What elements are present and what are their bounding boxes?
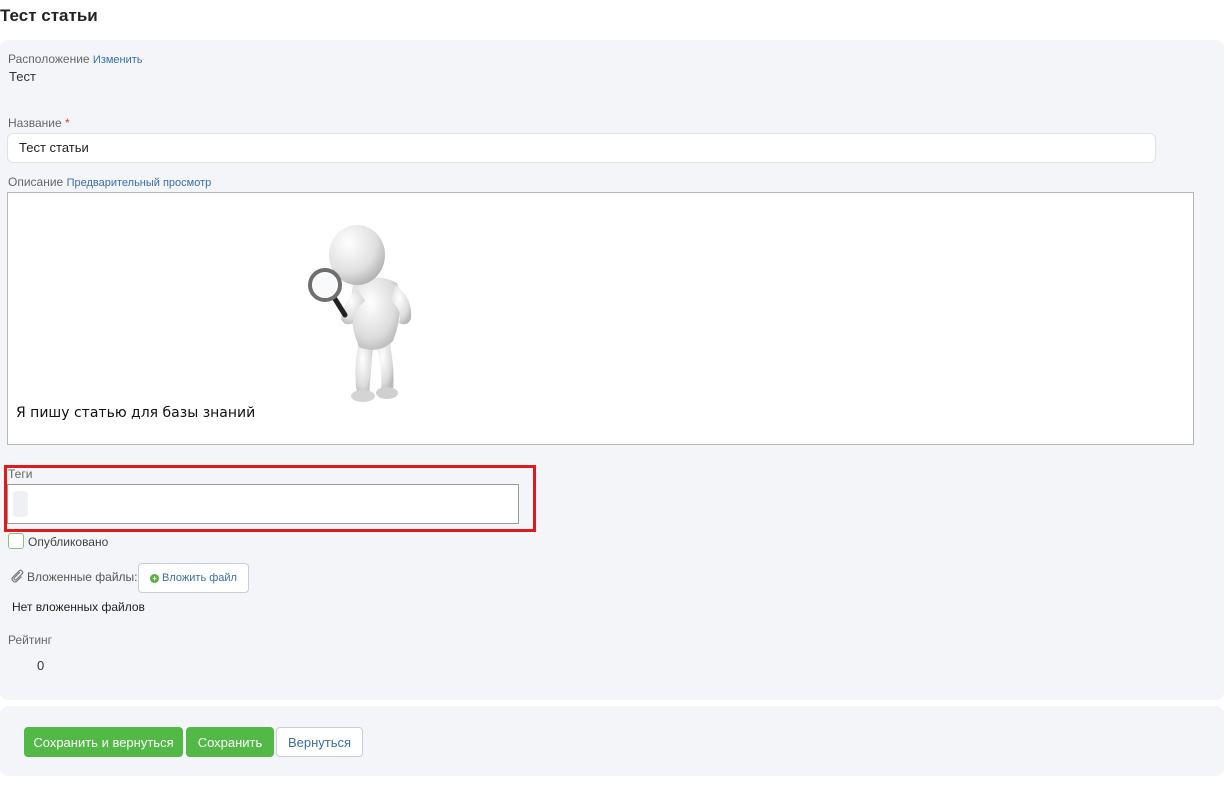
save-button[interactable]: Сохранить: [186, 727, 274, 757]
preview-link[interactable]: Предварительный просмотр: [67, 177, 212, 189]
tags-label: Теги: [8, 467, 33, 481]
article-edit-page: Тест статьи Расположение Изменить Тест Н…: [0, 0, 1232, 785]
back-button[interactable]: Вернуться: [276, 727, 363, 757]
description-label-row: Описание Предварительный просмотр: [8, 175, 211, 189]
save-and-return-button[interactable]: Сохранить и вернуться: [24, 727, 183, 757]
attach-file-button[interactable]: + Вложить файл: [138, 563, 249, 593]
rating-label: Рейтинг: [8, 633, 53, 647]
page-title: Тест статьи: [0, 6, 98, 25]
name-label: Название: [8, 116, 62, 130]
tags-input-token: [13, 491, 28, 517]
rating-value: 0: [37, 658, 45, 673]
attach-file-label: Вложить файл: [162, 572, 237, 584]
attachments-label: Вложенные файлы:: [27, 570, 138, 584]
description-label: Описание: [8, 175, 64, 189]
plus-circle-icon: +: [150, 573, 160, 583]
location-label: Расположение: [8, 52, 90, 66]
name-input[interactable]: Тест статьи: [7, 133, 1156, 163]
actions-bar: Сохранить и вернуться Сохранить Вернутьс…: [0, 706, 1224, 776]
required-mark: *: [64, 116, 70, 130]
tags-input[interactable]: [7, 484, 519, 524]
no-attachments-text: Нет вложенных файлов: [12, 600, 145, 614]
paperclip-icon: [11, 569, 24, 583]
name-label-row: Название *: [8, 116, 70, 130]
article-form: Расположение Изменить Тест Название * Те…: [0, 40, 1224, 700]
published-checkbox[interactable]: [8, 533, 24, 549]
location-value: Тест: [9, 69, 36, 84]
location-label-row: Расположение Изменить: [8, 52, 143, 66]
change-location-link[interactable]: Изменить: [93, 54, 143, 66]
published-label: Опубликовано: [28, 535, 109, 549]
description-editor[interactable]: Я пишу статью для базы знаний: [7, 192, 1194, 445]
figure-with-magnifying-glass-image: [308, 225, 412, 402]
description-content-text: Я пишу статью для базы знаний: [16, 405, 256, 421]
